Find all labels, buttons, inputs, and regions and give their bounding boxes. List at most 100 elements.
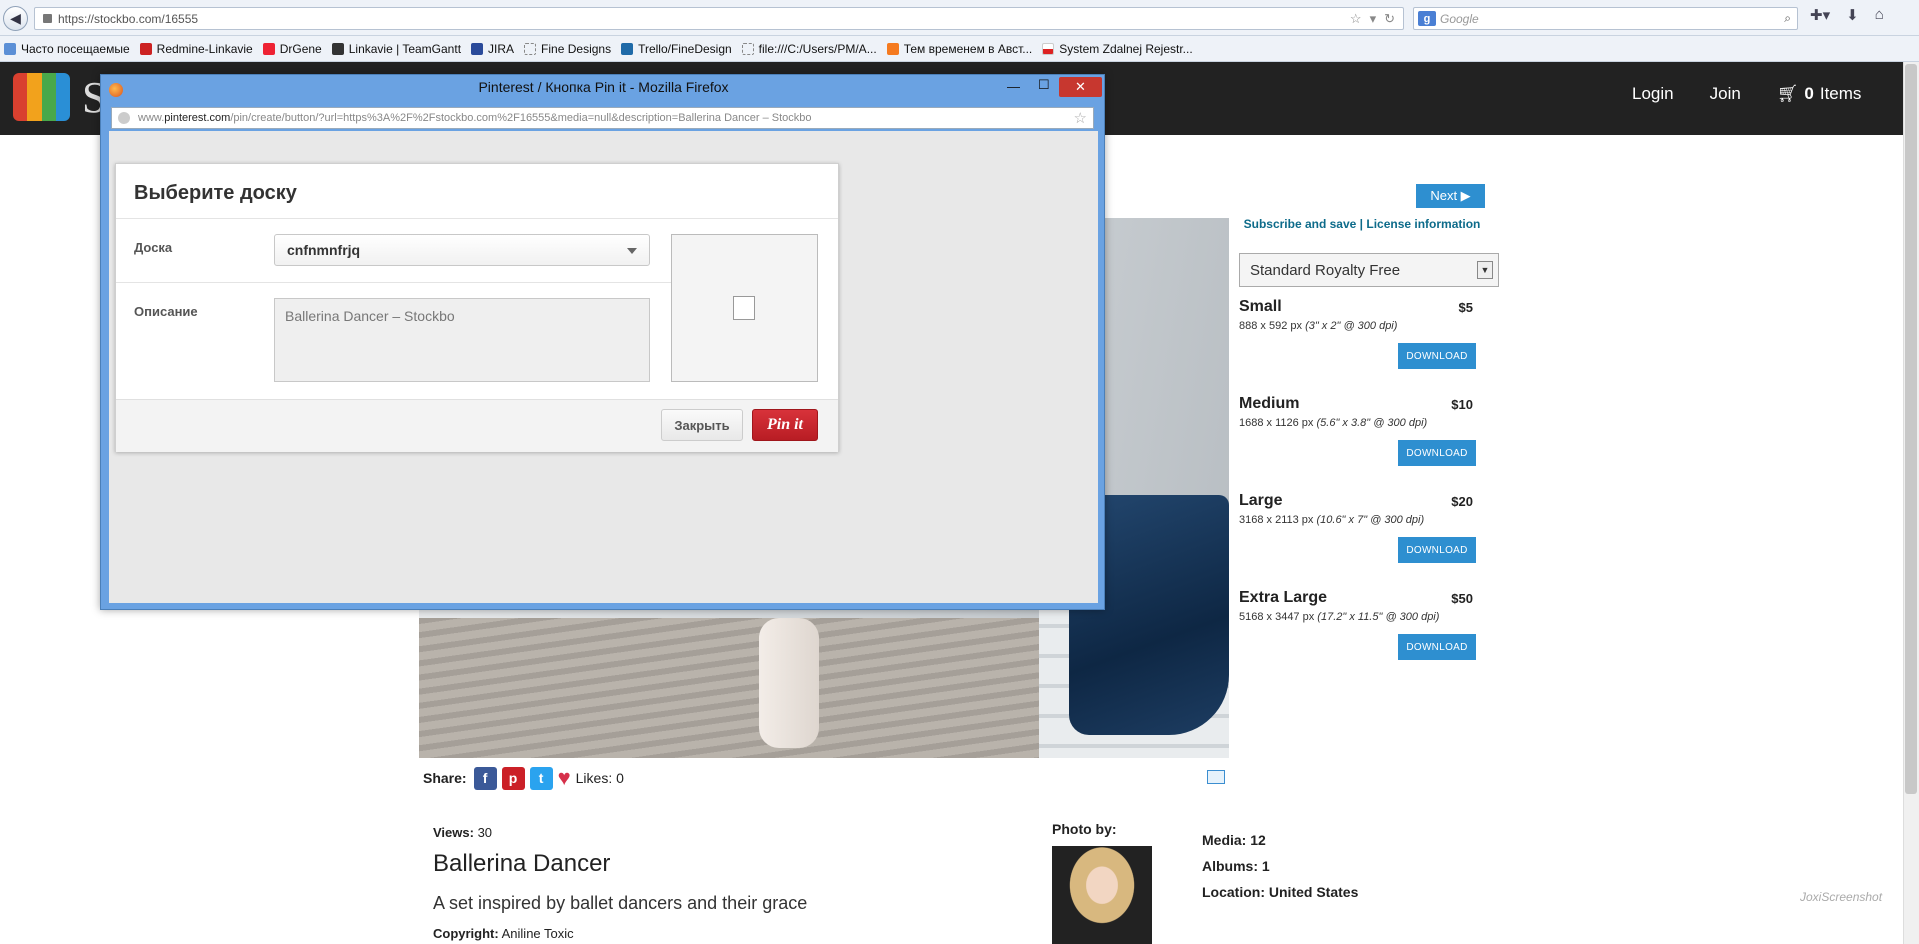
pinterest-icon[interactable]: p: [501, 766, 525, 790]
next-button[interactable]: Next ▶: [1416, 184, 1485, 208]
broken-image-icon: [733, 296, 755, 320]
description-field[interactable]: Ballerina Dancer – Stockbo: [274, 298, 650, 382]
size-option-small: Small $5 888 x 592 px (3" x 2" @ 300 dpi…: [1239, 298, 1479, 369]
subscribe-links: Subscribe and save | License information: [1243, 217, 1481, 231]
facebook-icon[interactable]: f: [473, 766, 497, 790]
bookmark-item[interactable]: Redmine-Linkavie: [139, 42, 253, 56]
download-button[interactable]: DOWNLOAD: [1398, 537, 1476, 563]
license-select[interactable]: Standard Royalty Free ▼: [1239, 253, 1499, 287]
size-dims: 1688 x 1126 px (5.6" x 3.8" @ 300 dpi): [1239, 417, 1428, 429]
bookmark-icon: [4, 42, 16, 55]
scrollbar-thumb[interactable]: [1905, 64, 1917, 794]
bookmark-item[interactable]: Fine Designs: [524, 42, 611, 56]
board-select-value: cnfnmnfrjq: [287, 242, 361, 258]
minimize-button[interactable]: —: [1007, 79, 1020, 94]
address-bar[interactable]: https://stockbo.com/16555 ☆ ▾ ↻: [34, 7, 1404, 30]
lock-icon: [43, 14, 52, 23]
license-select-value: Standard Royalty Free: [1250, 261, 1401, 279]
trello-icon: [621, 42, 634, 55]
globe-icon: [118, 112, 130, 124]
login-link[interactable]: Login: [1632, 84, 1674, 104]
size-price: $20: [1451, 494, 1473, 509]
board-select[interactable]: cnfnmnfrjq: [274, 234, 650, 266]
download-button[interactable]: DOWNLOAD: [1398, 440, 1476, 466]
reload-icon[interactable]: ↻: [1384, 11, 1395, 27]
poland-flag-icon: [1042, 42, 1055, 55]
bookmark-item[interactable]: Linkavie | TeamGantt: [331, 42, 461, 56]
cart-link[interactable]: 🛒︎ 0 Items: [1777, 84, 1862, 104]
bookmark-item[interactable]: file:///C:/Users/PM/A...: [741, 42, 877, 56]
bookmarks-bar: Часто посещаемые Redmine-Linkavie DrGene…: [0, 36, 1919, 62]
bookmark-star-icon[interactable]: ☆: [1350, 11, 1362, 27]
subscribe-link[interactable]: Subscribe and save: [1244, 217, 1357, 231]
popup-title: Pinterest / Кнопка Pin it - Mozilla Fire…: [478, 79, 729, 95]
photo-title: Ballerina Dancer: [433, 850, 611, 877]
toolbar-buttons: ✚▾ ⬇ ⌂: [1810, 6, 1884, 24]
size-price: $50: [1451, 591, 1473, 606]
size-option-extra-large: Extra Large $50 5168 x 3447 px (17.2" x …: [1239, 589, 1479, 660]
bookmark-item[interactable]: Trello/FineDesign: [621, 42, 732, 56]
cart-icon: 🛒︎: [1776, 84, 1799, 103]
blogger-icon: [886, 42, 899, 55]
jira-icon: [471, 42, 484, 55]
address-actions: ☆ ▾ ↻: [1350, 8, 1403, 29]
download-button[interactable]: DOWNLOAD: [1398, 634, 1476, 660]
bookmark-item[interactable]: Часто посещаемые: [4, 42, 130, 56]
maximize-button[interactable]: ☐: [1038, 77, 1050, 93]
size-option-large: Large $20 3168 x 2113 px (10.6" x 7" @ 3…: [1239, 492, 1479, 563]
search-icon[interactable]: ⌕: [1784, 11, 1791, 26]
bookmark-item[interactable]: Тем временем в Авст...: [886, 42, 1032, 56]
bookmark-item[interactable]: System Zdalnej Rejestr...: [1042, 42, 1193, 56]
mail-icon[interactable]: [1207, 770, 1225, 784]
google-icon: g: [1418, 11, 1436, 26]
screenshot-watermark: JoxiScreenshot: [1800, 890, 1883, 904]
likes-count: Likes: 0: [575, 770, 624, 786]
search-placeholder: Google: [1440, 11, 1479, 26]
avatar[interactable]: [1052, 846, 1152, 944]
join-link[interactable]: Join: [1710, 84, 1741, 104]
dialog-title: Выберите доску: [134, 182, 297, 204]
page-icon: [524, 42, 537, 55]
site-nav: Login Join 🛒︎ 0 Items: [1632, 84, 1861, 104]
close-window-button[interactable]: ✕: [1059, 77, 1102, 97]
close-button[interactable]: Закрыть: [661, 409, 743, 441]
share-bar: Share: f p t ♥ Likes: 0: [423, 765, 624, 791]
teamgantt-icon: [331, 42, 344, 55]
share-label: Share:: [423, 770, 467, 786]
bookmark-star-icon[interactable]: ☆: [1074, 109, 1087, 127]
description-label: Описание: [134, 304, 198, 319]
pin-it-button[interactable]: Pin it: [752, 409, 818, 441]
history-dropdown-icon[interactable]: ▾: [1370, 11, 1377, 27]
chevron-down-icon: [627, 248, 637, 254]
bookmarks-menu-icon[interactable]: ✚▾: [1810, 6, 1830, 24]
home-icon[interactable]: ⌂: [1875, 6, 1884, 24]
bookmark-item[interactable]: DrGene: [262, 42, 322, 56]
size-dims: 3168 x 2113 px (10.6" x 7" @ 300 dpi): [1239, 514, 1425, 526]
back-button[interactable]: ◀: [3, 6, 28, 31]
size-option-medium: Medium $10 1688 x 1126 px (5.6" x 3.8" @…: [1239, 395, 1479, 466]
download-icon[interactable]: ⬇: [1846, 6, 1859, 24]
copyright: Copyright: Aniline Toxic: [433, 926, 574, 941]
popup-address-bar[interactable]: www. pinterest.com/pin/create/button/?url…: [111, 107, 1094, 129]
license-info-link[interactable]: License information: [1366, 217, 1480, 231]
pin-dialog: Выберите доску Доска cnfnmnfrjq Описание…: [115, 163, 839, 452]
photo-by-label: Photo by:: [1052, 821, 1117, 837]
stat-albums: Albums: 1: [1202, 858, 1270, 874]
arrow-left-icon: ◀: [10, 10, 21, 26]
size-dims: 888 x 592 px (3" x 2" @ 300 dpi): [1239, 320, 1398, 332]
size-price: $10: [1451, 397, 1473, 412]
close-icon: ✕: [1075, 79, 1086, 94]
board-label: Доска: [134, 240, 173, 255]
cart-label: Items: [1819, 84, 1862, 103]
heart-icon[interactable]: ♥: [558, 765, 571, 791]
chevron-down-icon: ▼: [1477, 261, 1493, 279]
search-input[interactable]: g Google ⌕: [1413, 7, 1798, 30]
bookmark-item[interactable]: JIRA: [471, 42, 514, 56]
cart-count: 0: [1804, 84, 1814, 103]
redmine-icon: [139, 42, 152, 55]
site-logo[interactable]: [13, 73, 70, 121]
stat-location: Location: United States: [1202, 884, 1359, 900]
magento-icon: [262, 42, 275, 55]
twitter-icon[interactable]: t: [529, 766, 553, 790]
download-button[interactable]: DOWNLOAD: [1398, 343, 1476, 369]
